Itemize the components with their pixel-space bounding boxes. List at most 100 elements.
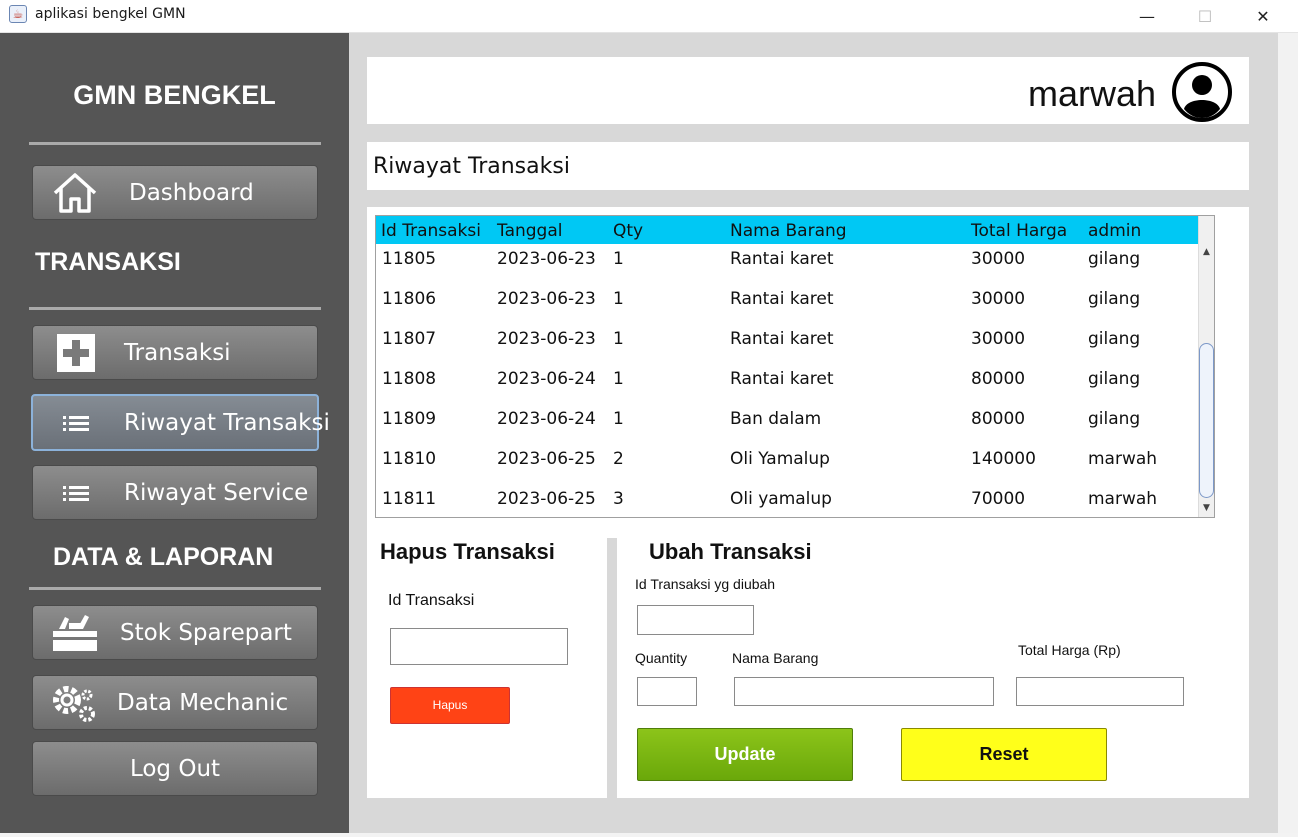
sidebar-item-stok-sparepart[interactable]: Stok Sparepart [32, 605, 318, 660]
column-header-tanggal[interactable]: Tanggal [497, 221, 563, 241]
scroll-up-icon[interactable]: ▲ [1199, 247, 1214, 257]
cell-tanggal: 2023-06-25 [497, 449, 596, 469]
sidebar-item-riwayat-transaksi[interactable]: Riwayat Transaksi [31, 394, 330, 451]
sidebar-item-transaksi[interactable]: Transaksi [32, 325, 318, 380]
ubah-id-label: Id Transaksi yg diubah [635, 576, 776, 592]
cell-qty: 1 [613, 289, 624, 309]
maximize-button[interactable]: ☐ [1176, 0, 1234, 33]
quantity-input[interactable] [637, 677, 697, 706]
section-heading-data-laporan: DATA & LAPORAN [53, 543, 274, 571]
sidebar-item-data-mechanic[interactable]: Data Mechanic [32, 675, 318, 730]
ubah-title: Ubah Transaksi [649, 539, 812, 564]
cell-nama-barang: Oli Yamalup [730, 449, 830, 469]
cell-total-harga: 140000 [971, 449, 1036, 469]
ubah-id-input[interactable] [637, 605, 754, 635]
list-icon [63, 415, 89, 431]
cell-admin: gilang [1088, 249, 1141, 269]
minimize-button[interactable]: — [1118, 0, 1176, 33]
cell-id: 11809 [382, 409, 437, 429]
cell-tanggal: 2023-06-25 [497, 489, 596, 509]
cell-tanggal: 2023-06-23 [497, 289, 596, 309]
sidebar-item-label: Data Mechanic [117, 689, 289, 716]
cell-qty: 1 [613, 369, 624, 389]
table-row[interactable]: 11808 2023-06-24 1 Rantai karet 80000 gi… [376, 365, 1198, 405]
column-header-admin[interactable]: admin [1088, 221, 1141, 241]
close-button[interactable]: ✕ [1234, 0, 1292, 33]
table-row[interactable]: 11809 2023-06-24 1 Ban dalam 80000 gilan… [376, 405, 1198, 445]
sidebar-divider [29, 587, 321, 590]
sidebar-item-label: Dashboard [129, 179, 254, 206]
column-header-id[interactable]: Id Transaksi [381, 221, 481, 241]
sidebar-item-label: Riwayat Transaksi [124, 409, 330, 436]
column-header-qty[interactable]: Qty [613, 221, 643, 241]
table-row[interactable]: 11811 2023-06-25 3 Oli yamalup 70000 mar… [376, 485, 1198, 517]
table-row[interactable]: 11807 2023-06-23 1 Rantai karet 30000 gi… [376, 325, 1198, 365]
sidebar-item-label: Stok Sparepart [120, 619, 292, 646]
list-icon [63, 485, 89, 501]
cell-admin: gilang [1088, 409, 1141, 429]
scroll-down-icon[interactable]: ▼ [1199, 503, 1214, 513]
cell-id: 11807 [382, 329, 437, 349]
update-button[interactable]: Update [637, 728, 853, 781]
logout-button[interactable]: Log Out [32, 741, 318, 796]
cell-tanggal: 2023-06-24 [497, 409, 596, 429]
sidebar-item-riwayat-service[interactable]: Riwayat Service [32, 465, 318, 520]
table-row[interactable]: 11810 2023-06-25 2 Oli Yamalup 140000 ma… [376, 445, 1198, 485]
cell-id: 11811 [382, 489, 437, 509]
hapus-title: Hapus Transaksi [380, 539, 555, 564]
cell-tanggal: 2023-06-24 [497, 369, 596, 389]
cell-nama-barang: Rantai karet [730, 249, 834, 269]
username: marwah [1027, 73, 1156, 114]
gears-icon [53, 685, 95, 722]
quantity-label: Quantity [635, 650, 688, 666]
cell-total-harga: 80000 [971, 369, 1026, 389]
cell-nama-barang: Ban dalam [730, 409, 822, 429]
cell-qty: 3 [613, 489, 624, 509]
user-header: marwah [367, 57, 1249, 124]
cell-admin: gilang [1088, 289, 1141, 309]
nama-barang-input[interactable] [734, 677, 994, 706]
section-heading-transaksi: TRANSAKSI [35, 248, 181, 276]
window-titlebar [0, 0, 1298, 33]
cell-total-harga: 30000 [971, 329, 1026, 349]
cell-total-harga: 70000 [971, 489, 1026, 509]
cell-nama-barang: Rantai karet [730, 329, 834, 349]
total-harga-label: Total Harga (Rp) [1018, 642, 1121, 658]
cell-id: 11808 [382, 369, 437, 389]
cell-id: 11806 [382, 289, 437, 309]
window-edge [1278, 33, 1298, 833]
table-row[interactable]: 11806 2023-06-23 1 Rantai karet 30000 gi… [376, 285, 1198, 325]
scrollbar-thumb[interactable] [1199, 343, 1214, 498]
brand-title: GMN BENGKEL [73, 80, 276, 110]
cell-admin: gilang [1088, 329, 1141, 349]
column-header-nama-barang[interactable]: Nama Barang [730, 221, 847, 241]
cell-id: 11805 [382, 249, 437, 269]
cell-id: 11810 [382, 449, 437, 469]
hapus-button[interactable]: Hapus [390, 687, 510, 724]
cell-tanggal: 2023-06-23 [497, 249, 596, 269]
sidebar-item-dashboard[interactable]: Dashboard [32, 165, 318, 220]
hapus-id-label: Id Transaksi [388, 592, 475, 609]
window-title: aplikasi bengkel GMN [35, 6, 186, 22]
cell-admin: gilang [1088, 369, 1141, 389]
cell-admin: marwah [1088, 449, 1158, 469]
cell-qty: 1 [613, 249, 624, 269]
cell-admin: marwah [1088, 489, 1158, 509]
java-app-icon: ☕ [9, 5, 27, 23]
table-header: Id Transaksi Tanggal Qty Nama Barang Tot… [376, 216, 1198, 244]
logout-label: Log Out [129, 755, 221, 782]
panel-separator [607, 538, 617, 798]
column-header-total-harga[interactable]: Total Harga [971, 221, 1067, 241]
table-row[interactable]: 11805 2023-06-23 1 Rantai karet 30000 gi… [376, 245, 1198, 285]
cell-total-harga: 30000 [971, 249, 1026, 269]
sidebar-divider [29, 142, 321, 145]
total-harga-input[interactable] [1016, 677, 1184, 706]
reset-button[interactable]: Reset [901, 728, 1107, 781]
page-title: Riwayat Transaksi [373, 154, 570, 179]
cell-total-harga: 30000 [971, 289, 1026, 309]
cell-nama-barang: Oli yamalup [730, 489, 832, 509]
sidebar-item-label: Riwayat Service [124, 479, 309, 506]
hapus-id-input[interactable] [390, 628, 568, 665]
user-avatar-icon[interactable] [1172, 62, 1232, 122]
cell-qty: 2 [613, 449, 624, 469]
